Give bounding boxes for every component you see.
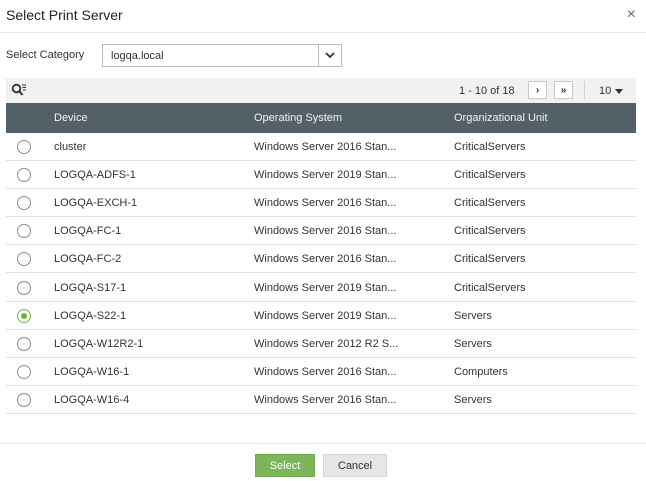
table-header: Device Operating System Organizational U… xyxy=(6,103,636,133)
cell-organizational-unit: Servers xyxy=(454,393,492,406)
cell-operating-system: Windows Server 2016 Stan... xyxy=(254,141,397,153)
dialog-title: Select Print Server xyxy=(6,7,123,23)
rows-per-page-select[interactable]: 10 xyxy=(599,85,611,97)
table-row[interactable]: cluster Windows Server 2016 Stan... Critic… xyxy=(6,133,636,161)
cell-operating-system: Windows Server 2016 Stan... xyxy=(254,225,397,238)
cell-device: LOGQA-S17-1 xyxy=(54,281,127,294)
pager-divider xyxy=(584,81,585,99)
close-icon[interactable]: × xyxy=(627,6,636,24)
next-page-button[interactable]: › xyxy=(528,81,547,99)
table-row[interactable]: LOGQA-W16-4 Windows Server 2016 Stan... Se… xyxy=(6,386,636,414)
row-radio-button[interactable] xyxy=(17,280,31,295)
cell-device: LOGQA-FC-2 xyxy=(54,253,122,266)
row-radio-button[interactable] xyxy=(17,336,31,351)
cell-device: LOGQA-ADFS-1 xyxy=(54,169,136,182)
cell-device: LOGQA-EXCH-1 xyxy=(54,197,138,210)
category-select-value: logqa.local xyxy=(111,50,164,62)
cell-device: LOGQA-W16-1 xyxy=(54,365,130,378)
search-filter-icon[interactable] xyxy=(11,83,27,97)
table-row[interactable]: LOGQA-S22-1 Windows Server 2019 Stan... Se… xyxy=(6,302,636,330)
row-radio-button[interactable] xyxy=(17,140,31,154)
table-row[interactable]: LOGQA-W16-1 Windows Server 2016 Stan... Co… xyxy=(6,358,636,386)
cell-operating-system: Windows Server 2019 Stan... xyxy=(254,309,397,322)
cell-device: LOGQA-FC-1 xyxy=(54,225,122,238)
caret-down-icon[interactable] xyxy=(615,89,623,94)
table-row[interactable]: LOGQA-W12R2-1 Windows Server 2012 R2 S...… xyxy=(6,330,636,358)
pagination-range: 1 - 10 of 18 xyxy=(459,85,515,97)
category-select[interactable]: logqa.local xyxy=(102,44,342,67)
chevron-down-icon[interactable] xyxy=(318,45,341,66)
row-radio-button[interactable] xyxy=(17,364,31,379)
row-radio-button[interactable] xyxy=(17,308,31,323)
row-radio-button[interactable] xyxy=(17,224,31,239)
cell-organizational-unit: CriticalServers xyxy=(454,281,526,294)
row-radio-button[interactable] xyxy=(17,392,31,407)
select-button[interactable]: Select xyxy=(255,454,315,477)
select-category-label: Select Category xyxy=(6,49,85,61)
cell-organizational-unit: CriticalServers xyxy=(454,141,526,153)
column-header-device[interactable]: Device xyxy=(54,112,88,124)
grid-toolbar: 1 - 10 of 18 › » 10 xyxy=(6,78,636,103)
cell-operating-system: Windows Server 2019 Stan... xyxy=(254,281,397,294)
table-row[interactable]: LOGQA-EXCH-1 Windows Server 2016 Stan... C… xyxy=(6,189,636,218)
cell-operating-system: Windows Server 2016 Stan... xyxy=(254,365,397,378)
cell-organizational-unit: CriticalServers xyxy=(454,225,526,238)
cell-operating-system: Windows Server 2012 R2 S... xyxy=(254,337,399,350)
cell-device: LOGQA-S22-1 xyxy=(54,309,127,322)
cancel-button[interactable]: Cancel xyxy=(323,454,387,477)
cell-organizational-unit: CriticalServers xyxy=(454,197,526,210)
cell-operating-system: Windows Server 2016 Stan... xyxy=(254,253,397,266)
cell-operating-system: Windows Server 2016 Stan... xyxy=(254,197,397,210)
cell-operating-system: Windows Server 2016 Stan... xyxy=(254,393,397,406)
cell-device: LOGQA-W16-4 xyxy=(54,393,130,406)
table-row[interactable]: LOGQA-FC-2 Windows Server 2016 Stan... Cri… xyxy=(6,245,636,274)
cell-organizational-unit: CriticalServers xyxy=(454,253,526,266)
cell-operating-system: Windows Server 2019 Stan... xyxy=(254,169,397,182)
column-header-organizational-unit[interactable]: Organizational Unit xyxy=(454,112,548,124)
dialog-header: Select Print Server × xyxy=(0,0,646,33)
cell-organizational-unit: Servers xyxy=(454,309,492,322)
table-row[interactable]: LOGQA-FC-1 Windows Server 2016 Stan... Cri… xyxy=(6,217,636,246)
last-page-button[interactable]: » xyxy=(554,81,573,99)
row-radio-button[interactable] xyxy=(17,196,31,211)
cell-device: cluster xyxy=(54,141,87,153)
table-row[interactable]: LOGQA-S17-1 Windows Server 2019 Stan... Cr… xyxy=(6,274,636,302)
table-row[interactable]: LOGQA-ADFS-1 Windows Server 2019 Stan... C… xyxy=(6,161,636,190)
cell-organizational-unit: Servers xyxy=(454,337,492,350)
column-header-operating-system[interactable]: Operating System xyxy=(254,112,342,124)
cell-device: LOGQA-W12R2-1 xyxy=(54,337,144,350)
select-print-server-dialog: Select Print Server × Select Category lo… xyxy=(0,0,646,481)
row-radio-button[interactable] xyxy=(17,168,31,183)
cell-organizational-unit: CriticalServers xyxy=(454,169,526,182)
cell-organizational-unit: Computers xyxy=(454,365,508,378)
footer-divider xyxy=(0,443,646,444)
row-radio-button[interactable] xyxy=(17,252,31,267)
